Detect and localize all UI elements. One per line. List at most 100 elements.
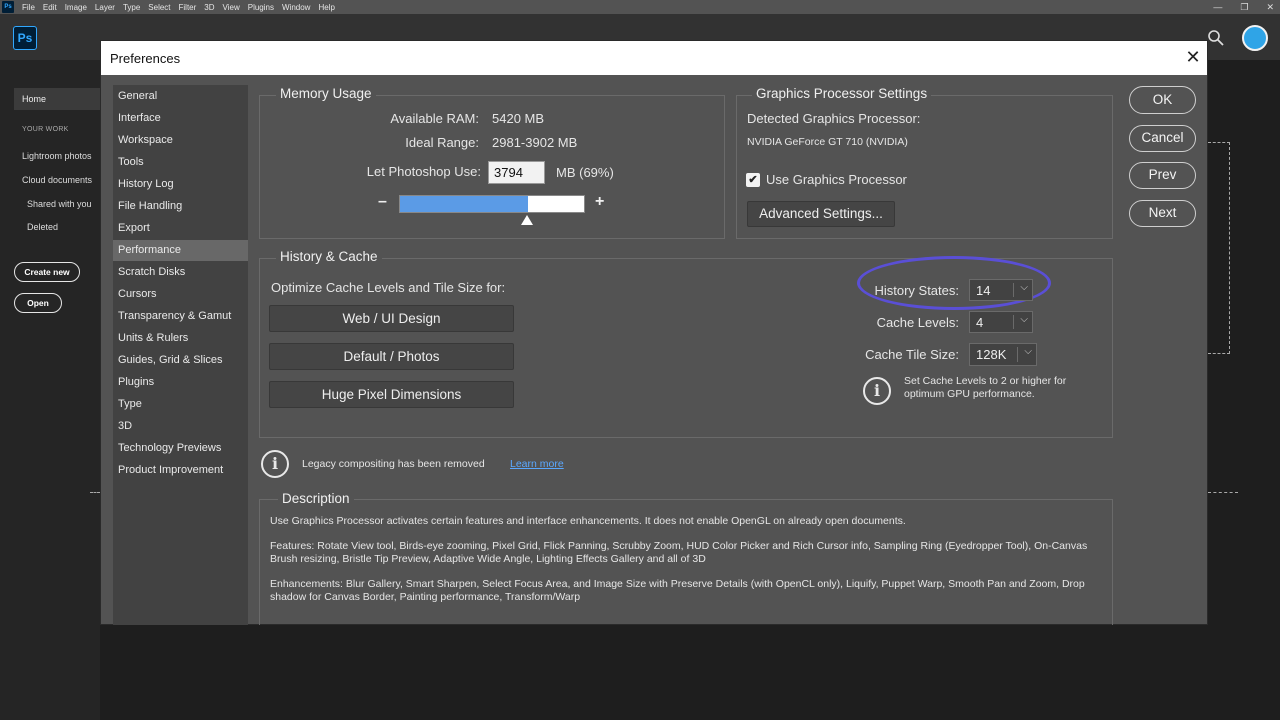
drop-zone-border [1208,142,1230,354]
use-gpu-checkbox[interactable]: ✔ [746,173,760,187]
description-paragraph: Features: Rotate View tool, Birds-eye zo… [270,540,1088,565]
optimize-cache-label: Optimize Cache Levels and Tile Size for: [271,280,506,295]
cache-tile-size-select[interactable]: 128K ⌵ [969,343,1037,366]
category-workspace[interactable]: Workspace [113,130,248,151]
detected-gpu-label: Detected Graphics Processor: [747,111,921,126]
advanced-settings-button[interactable]: Advanced Settings... [747,201,895,227]
cache-tile-size-label: Cache Tile Size: [865,347,959,362]
history-states-select[interactable]: 14 ⌵ [969,279,1033,301]
available-ram-label: Available RAM: [390,111,479,126]
create-new-button[interactable]: Create new [14,262,80,282]
ps-app-icon: Ps [2,1,14,13]
menu-type[interactable]: Type [119,3,144,12]
cache-info-text: Set Cache Levels to 2 or higher for opti… [904,375,1067,400]
your-work-heading: YOUR WORK [22,126,69,133]
info-icon: i [863,377,891,405]
preset-default-photos-button[interactable]: Default / Photos [269,343,514,370]
sidebar-item-deleted[interactable]: Deleted [27,222,58,232]
category-technology-previews[interactable]: Technology Previews [113,438,248,459]
next-button[interactable]: Next [1129,200,1196,227]
category-plugins[interactable]: Plugins [113,372,248,393]
cancel-button[interactable]: Cancel [1129,125,1196,152]
open-button[interactable]: Open [14,293,62,313]
category-list: General Interface Workspace Tools Histor… [113,85,248,625]
home-sidebar: Home YOUR WORK Lightroom photos Cloud do… [0,60,100,720]
sidebar-item-shared[interactable]: Shared with you [27,199,92,209]
category-transparency-gamut[interactable]: Transparency & Gamut [113,306,248,327]
category-export[interactable]: Export [113,218,248,239]
ok-button[interactable]: OK [1129,86,1196,114]
gpu-settings-legend: Graphics Processor Settings [752,86,932,101]
detected-gpu-value: NVIDIA GeForce GT 710 (NVIDIA) [747,136,908,148]
menu-3d[interactable]: 3D [200,3,218,12]
menu-layer[interactable]: Layer [91,3,119,12]
memory-slider[interactable] [399,195,585,213]
category-cursors[interactable]: Cursors [113,284,248,305]
menu-edit[interactable]: Edit [39,3,61,12]
sidebar-item-home[interactable]: Home [14,88,100,110]
menu-file[interactable]: File [18,3,39,12]
description-legend: Description [278,491,354,506]
memory-amount-input[interactable]: 3794 [488,161,545,184]
window-close-icon[interactable]: ✕ [1266,2,1274,13]
description-paragraph: Use Graphics Processor activates certain… [270,515,906,527]
cache-levels-select[interactable]: 4 ⌵ [969,311,1033,333]
learn-more-link[interactable]: Learn more [510,458,564,470]
menu-plugins[interactable]: Plugins [244,3,278,12]
category-general[interactable]: General [113,86,248,107]
history-states-label: History States: [874,283,959,298]
category-tools[interactable]: Tools [113,152,248,173]
menu-help[interactable]: Help [314,3,338,12]
use-gpu-label: Use Graphics Processor [766,172,907,187]
chevron-down-icon: ⌵ [1020,314,1028,325]
category-3d[interactable]: 3D [113,416,248,437]
chevron-down-icon: ⌵ [1020,282,1028,293]
history-states-value: 14 [976,283,991,298]
cache-tile-size-value: 128K [976,347,1007,362]
ideal-range-value: 2981-3902 MB [492,135,578,150]
ideal-range-label: Ideal Range: [405,135,479,150]
prev-button[interactable]: Prev [1129,162,1196,189]
let-photoshop-use-label: Let Photoshop Use: [366,164,481,179]
menu-filter[interactable]: Filter [175,3,201,12]
increase-memory-icon[interactable]: + [595,193,604,211]
avatar[interactable] [1242,25,1268,51]
sidebar-item-lightroom[interactable]: Lightroom photos [22,151,92,161]
category-guides-grid-slices[interactable]: Guides, Grid & Slices [113,350,248,371]
category-scratch-disks[interactable]: Scratch Disks [113,262,248,283]
available-ram-value: 5420 MB [492,111,545,126]
preset-web-ui-button[interactable]: Web / UI Design [269,305,514,332]
minimize-icon[interactable]: — [1213,2,1222,12]
cache-levels-value: 4 [976,315,984,330]
drop-zone-border [90,492,100,493]
menu-window[interactable]: Window [278,3,314,12]
menu-select[interactable]: Select [144,3,174,12]
description-text: Use Graphics Processor activates certain… [270,515,1106,616]
memory-usage-legend: Memory Usage [276,86,376,101]
category-interface[interactable]: Interface [113,108,248,129]
category-performance[interactable]: Performance [113,240,248,261]
sidebar-item-cloud-documents[interactable]: Cloud documents [22,175,92,185]
category-file-handling[interactable]: File Handling [113,196,248,217]
decrease-memory-icon[interactable]: – [378,193,387,211]
cache-levels-label: Cache Levels: [876,315,959,330]
info-icon: i [261,450,289,478]
chevron-down-icon: ⌵ [1024,346,1032,357]
photoshop-logo: Ps [13,26,37,50]
preferences-dialog: Preferences ✕ General Interface Workspac… [100,40,1208,625]
menu-image[interactable]: Image [61,3,91,12]
drop-zone-border [1208,492,1238,493]
category-product-improvement[interactable]: Product Improvement [113,460,248,481]
close-icon[interactable]: ✕ [1183,47,1203,67]
category-units-rulers[interactable]: Units & Rulers [113,328,248,349]
menu-view[interactable]: View [219,3,244,12]
history-cache-legend: History & Cache [276,249,382,264]
memory-slider-thumb[interactable] [521,215,533,225]
category-history-log[interactable]: History Log [113,174,248,195]
search-icon[interactable] [1207,29,1225,47]
memory-unit-label: MB (69%) [556,165,614,180]
preset-huge-pixel-button[interactable]: Huge Pixel Dimensions [269,381,514,408]
category-type[interactable]: Type [113,394,248,415]
maximize-icon[interactable]: ❐ [1240,2,1248,13]
legacy-compositing-text: Legacy compositing has been removed [302,458,485,470]
